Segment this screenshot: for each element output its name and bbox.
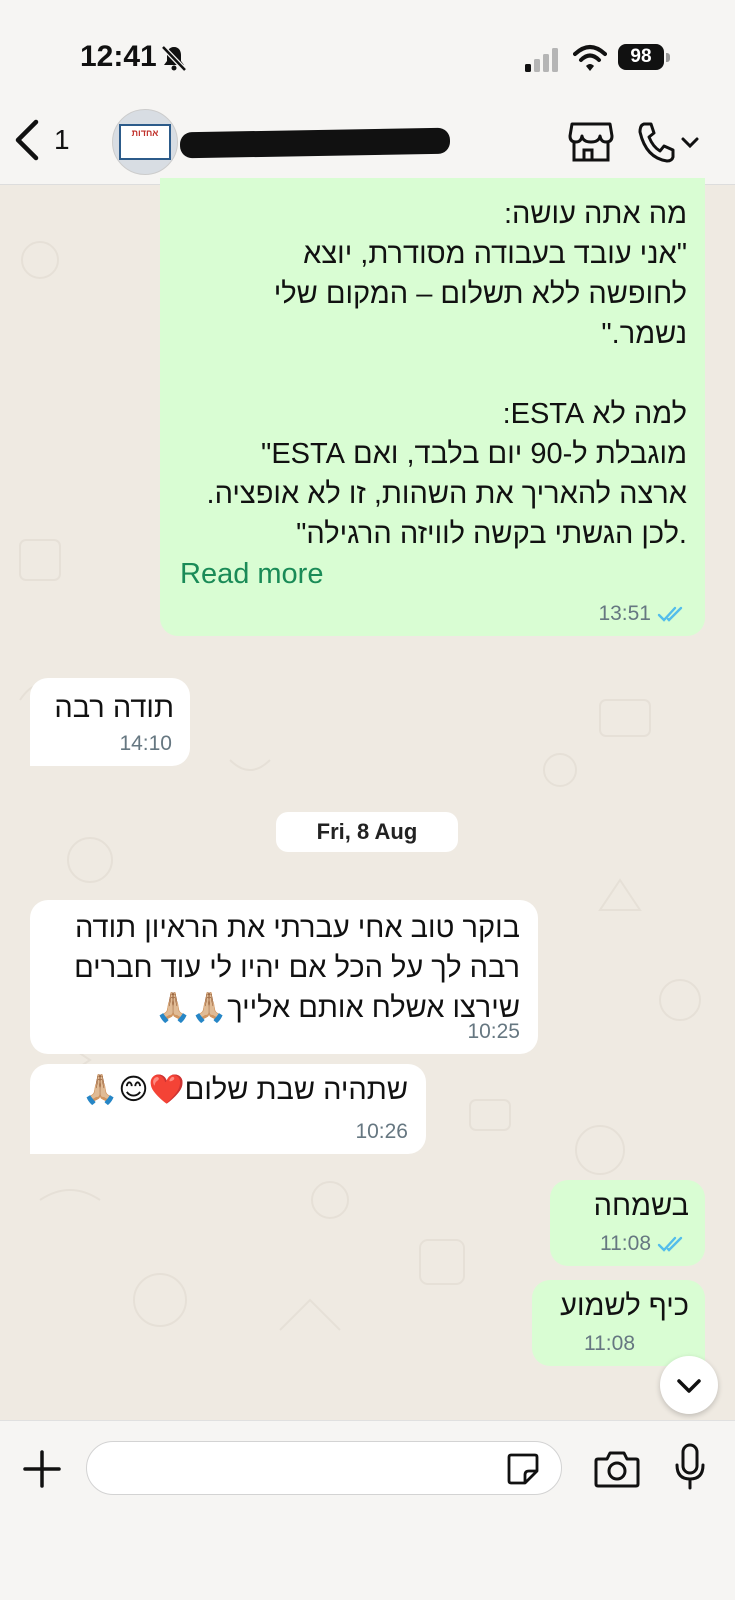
read-more-link[interactable]: Read more [180,558,323,591]
back-button[interactable]: 1 [12,118,82,166]
message-time: 14:10 [119,732,172,755]
wifi-icon [573,45,607,71]
status-time: 12:41 [80,40,157,73]
phone-icon [638,122,675,163]
chevron-down-icon [677,1379,701,1393]
message-bubble-outgoing[interactable]: מה אתה עושה: "אני עובד בעבודה מסודרת, יו… [160,178,705,636]
contact-name[interactable] [179,124,451,162]
call-button[interactable] [636,120,702,164]
unread-count: 1 [54,124,70,155]
chevron-down-icon [681,137,699,149]
chat-screen: 12:41 98 1 אחדות מה אתה עושה: "אני עובד … [0,0,735,1600]
message-text: בוקר טוב אחי עברתי את הראיון תודה רבה לך… [74,912,520,1024]
back-chevron-icon [15,119,39,161]
signal-icon [525,48,558,72]
store-icon[interactable] [568,120,614,164]
message-text: שתהיה שבת שלום❤️😊🙏🏼 [82,1074,408,1106]
message-bubble-outgoing[interactable]: בשמחה 11:08 [550,1180,705,1266]
plus-icon[interactable] [22,1449,62,1489]
message-text: מה אתה עושה: "אני עובד בעבודה מסודרת, יו… [206,198,687,550]
mic-icon[interactable] [672,1443,708,1491]
battery-icon: 98 [618,44,664,70]
chat-header: 1 אחדות [0,100,735,185]
camera-icon[interactable] [594,1449,640,1489]
message-text: בשמחה [593,1190,689,1222]
message-meta: 11:08 [600,1232,687,1256]
scroll-to-bottom-button[interactable] [660,1356,718,1414]
name-redaction [179,127,451,159]
message-text: כיף לשמוע [560,1290,689,1322]
message-time: 10:25 [467,1020,520,1043]
message-bubble-incoming[interactable]: תודה רבה 14:10 [30,678,190,766]
message-time: 10:26 [355,1120,408,1143]
avatar-logo-text: אחדות [131,128,159,138]
double-check-icon [657,606,683,622]
message-bubble-incoming[interactable]: בוקר טוב אחי עברתי את הראיון תודה רבה לך… [30,900,538,1054]
message-time: 11:08 [584,1332,635,1355]
bell-slash-icon [161,45,187,72]
message-meta: 14:10 [119,732,172,756]
message-list[interactable]: מה אתה עושה: "אני עובד בעבודה מסודרת, יו… [0,178,735,1459]
message-input[interactable] [86,1441,562,1495]
date-separator: Fri, 8 Aug [276,812,458,852]
double-check-icon [657,1236,683,1252]
avatar-logo: אחדות [119,124,171,160]
message-meta: 10:25 [467,1020,520,1044]
message-time: 11:08 [600,1232,651,1255]
avatar[interactable]: אחדות [112,109,178,175]
message-time: 13:51 [598,602,651,625]
sticker-icon[interactable] [505,1451,541,1487]
message-meta: 10:26 [355,1120,408,1144]
message-bubble-incoming[interactable]: שתהיה שבת שלום❤️😊🙏🏼 10:26 [30,1064,426,1154]
message-meta: 13:51 [598,602,687,626]
message-bubble-outgoing[interactable]: כיף לשמוע 11:08 [532,1280,705,1366]
status-bar: 12:41 98 [0,0,735,110]
message-text: תודה רבה [54,692,174,724]
message-meta: 11:08 [584,1332,635,1356]
battery-tip [666,53,670,62]
composer-bar [0,1420,735,1600]
